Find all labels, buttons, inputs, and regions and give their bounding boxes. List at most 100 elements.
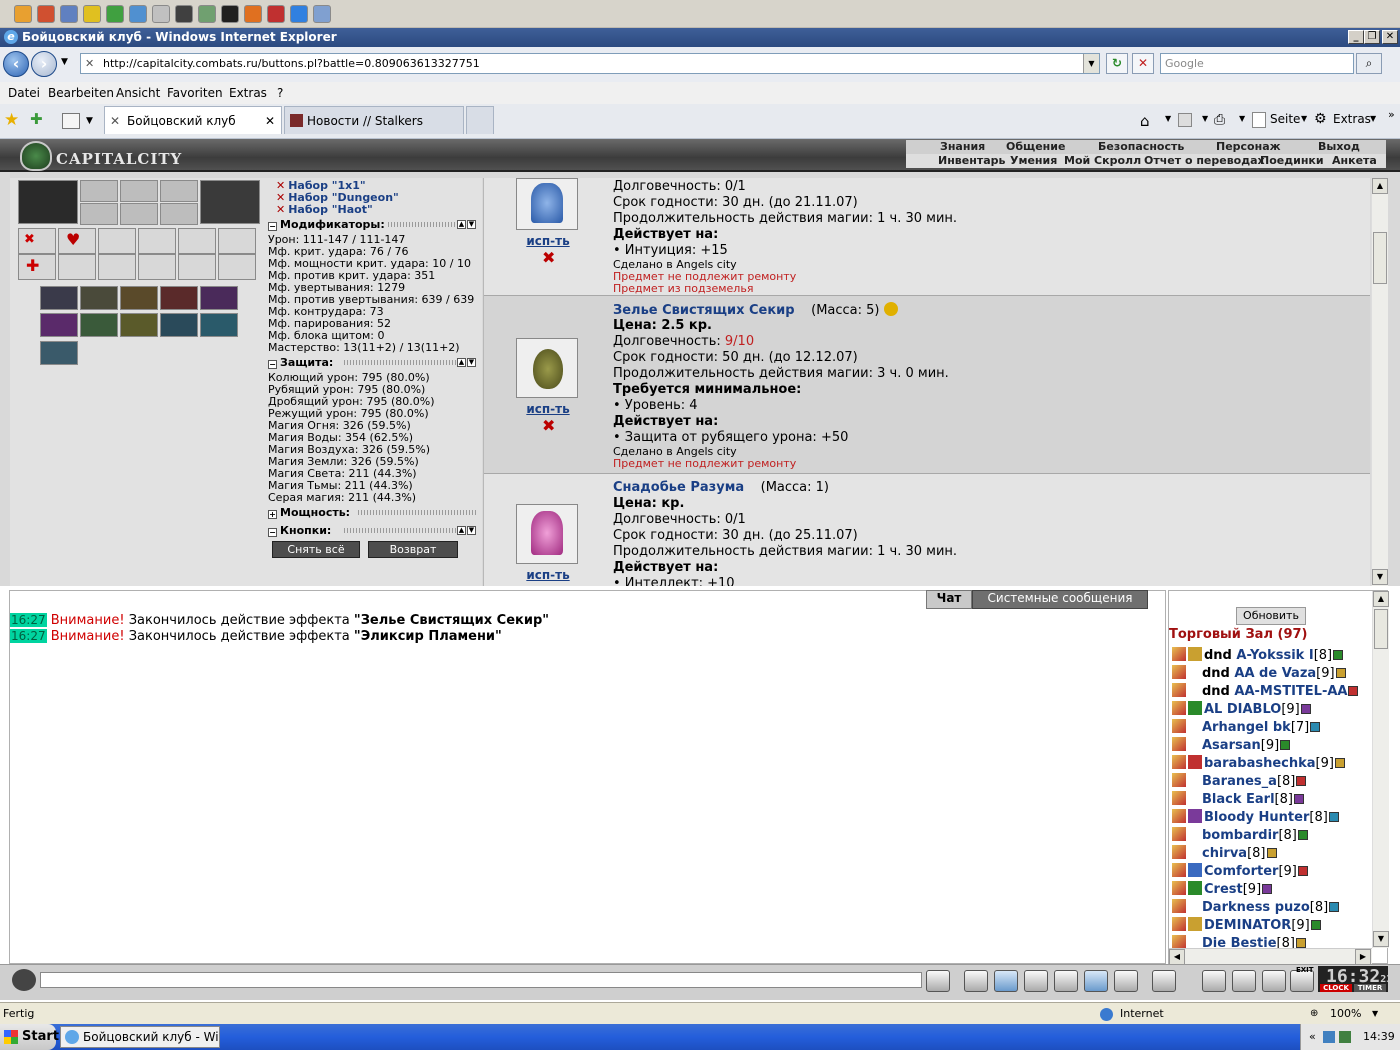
tray-icon[interactable] <box>1339 1031 1351 1043</box>
zoom-dropdown-icon[interactable]: ▼ <box>1372 1003 1378 1025</box>
minimize-button[interactable]: _ <box>1348 30 1364 44</box>
nav-security[interactable]: Безопасность <box>1098 140 1184 154</box>
user-name[interactable]: Bloody Hunter <box>1204 810 1309 825</box>
user-info-icon[interactable] <box>1296 776 1307 786</box>
return-button[interactable]: Возврат <box>368 541 458 558</box>
user-row[interactable]: DEMINATOR[9] <box>1172 917 1321 935</box>
tray-icon[interactable] <box>1323 1031 1335 1043</box>
scroll-slot[interactable] <box>98 228 136 254</box>
item-name[interactable]: Снадобье Разума <box>613 480 744 495</box>
bag-icon[interactable] <box>1202 970 1226 992</box>
forward-button[interactable]: › <box>31 51 57 77</box>
msg-time[interactable]: 16:27 <box>10 613 47 627</box>
scroll-up-icon[interactable]: ▲ <box>1373 591 1389 607</box>
app-icon[interactable] <box>106 5 124 23</box>
address-dropdown-icon[interactable]: ▼ <box>1083 54 1099 73</box>
app-icon[interactable] <box>37 5 55 23</box>
subnav-battles[interactable]: Поединки <box>1260 154 1324 168</box>
app-icon[interactable] <box>175 5 193 23</box>
subnav-inventory[interactable]: Инвентарь <box>938 154 1005 168</box>
spell-slot[interactable] <box>80 313 118 337</box>
user-info-icon[interactable] <box>1329 902 1340 912</box>
tab-chat[interactable]: Чат <box>926 590 972 609</box>
user-row[interactable]: Baranes_a[8] <box>1172 773 1307 791</box>
user-name[interactable]: Black Earl <box>1202 792 1275 807</box>
user-info-icon[interactable] <box>1297 830 1308 840</box>
user-name[interactable]: bombardir <box>1202 828 1278 843</box>
app-icon[interactable] <box>198 5 216 23</box>
spell-slot[interactable] <box>80 286 118 310</box>
scroll-slot[interactable] <box>178 254 216 280</box>
spell-slot[interactable] <box>40 341 78 365</box>
search-icon[interactable]: ⌕ <box>1356 53 1382 74</box>
user-row[interactable]: bombardir[8] <box>1172 827 1308 845</box>
subnav-skills[interactable]: Умения <box>1010 154 1057 168</box>
section-header-power[interactable]: + Мощность: <box>268 507 350 519</box>
user-info-icon[interactable] <box>1280 740 1291 750</box>
app-icon[interactable] <box>129 5 147 23</box>
user-info-icon[interactable] <box>1348 686 1359 696</box>
zoom-level[interactable]: 100% <box>1330 1003 1361 1025</box>
expand-icon[interactable]: + <box>268 510 277 519</box>
user-row[interactable]: Darkness puzo[8] <box>1172 899 1340 917</box>
collapse-icon[interactable]: − <box>268 222 277 231</box>
boots-slot[interactable] <box>200 180 260 224</box>
print-dropdown-icon[interactable]: ▼ <box>1239 114 1245 123</box>
section-header-buttons[interactable]: − Кнопки: <box>268 525 331 537</box>
user-row[interactable]: AL DIABLO[9] <box>1172 701 1311 719</box>
user-row[interactable]: chirva[8] <box>1172 845 1277 863</box>
feeds-icon[interactable] <box>1178 113 1192 127</box>
clan-icon[interactable] <box>1188 755 1202 769</box>
scroll-thumb[interactable] <box>1374 609 1388 649</box>
move-down-icon[interactable]: ▼ <box>467 358 476 367</box>
user-info-icon[interactable] <box>1266 848 1277 858</box>
msg-time[interactable]: 16:27 <box>10 629 47 643</box>
spell-slot[interactable] <box>120 313 158 337</box>
app-icon[interactable] <box>14 5 32 23</box>
user-name[interactable]: Asarsan <box>1202 738 1261 753</box>
clan-icon[interactable] <box>1188 917 1202 931</box>
spell-slot[interactable] <box>120 286 158 310</box>
user-name[interactable]: Darkness puzo <box>1202 900 1310 915</box>
section-header-defense[interactable]: − Защита: <box>268 357 333 369</box>
user-info-icon[interactable] <box>1297 866 1308 876</box>
favorites-star-icon[interactable]: ★ <box>4 110 19 130</box>
nav-communication[interactable]: Общение <box>1006 140 1065 154</box>
print-icon[interactable]: ⎙ <box>1214 112 1225 128</box>
items-scrollbar[interactable]: ▲ ▼ <box>1371 178 1388 586</box>
user-name[interactable]: barabashechka <box>1204 756 1316 771</box>
user-info-icon[interactable] <box>1335 668 1346 678</box>
scroll-left-icon[interactable]: ◀ <box>1169 949 1185 965</box>
app-icon[interactable] <box>152 5 170 23</box>
address-field[interactable]: ✕ http://capitalcity.combats.ru/buttons.… <box>80 53 1100 74</box>
tools-menu[interactable]: Extras <box>1333 112 1371 126</box>
back-button[interactable]: ‹ <box>3 51 29 77</box>
refresh-button[interactable]: Обновить <box>1236 607 1306 625</box>
save-icon[interactable] <box>1024 970 1048 992</box>
close-window-button[interactable]: ✕ <box>1382 30 1398 44</box>
subnav-scroll[interactable]: Мой Скролл <box>1064 154 1141 168</box>
spell-slot[interactable] <box>160 286 198 310</box>
user-info-icon[interactable] <box>1328 812 1339 822</box>
menu-favorites[interactable]: Favoriten <box>167 82 223 104</box>
user-row[interactable]: barabashechka[9] <box>1172 755 1345 773</box>
menu-file[interactable]: Datei <box>8 82 40 104</box>
app-icon[interactable] <box>60 5 78 23</box>
user-info-icon[interactable] <box>1310 722 1321 732</box>
tab-close-icon[interactable]: ✕ <box>265 107 275 135</box>
nav-exit[interactable]: Выход <box>1318 140 1360 154</box>
delete-item-icon[interactable]: ✖ <box>542 416 555 435</box>
taskbar-item[interactable]: Бойцовский клуб - Wi... <box>60 1026 220 1048</box>
timer-label[interactable]: TIMER <box>1354 984 1386 992</box>
use-item-link[interactable]: исп-ть <box>520 402 576 416</box>
user-info-icon[interactable] <box>1333 650 1344 660</box>
scroll-right-icon[interactable]: ▶ <box>1355 949 1371 965</box>
undress-all-button[interactable]: Снять всё <box>272 541 360 558</box>
delete-set-icon[interactable]: ✕ <box>276 203 285 216</box>
subnav-transfers[interactable]: Отчет о переводах <box>1144 154 1265 168</box>
new-tab-button[interactable] <box>466 106 494 134</box>
use-item-link[interactable]: исп-ть <box>520 234 576 248</box>
home-icon[interactable]: ⌂ <box>1140 112 1150 130</box>
section-header-mods[interactable]: − Модификаторы: <box>268 219 385 231</box>
subnav-profile[interactable]: Анкета <box>1332 154 1377 168</box>
